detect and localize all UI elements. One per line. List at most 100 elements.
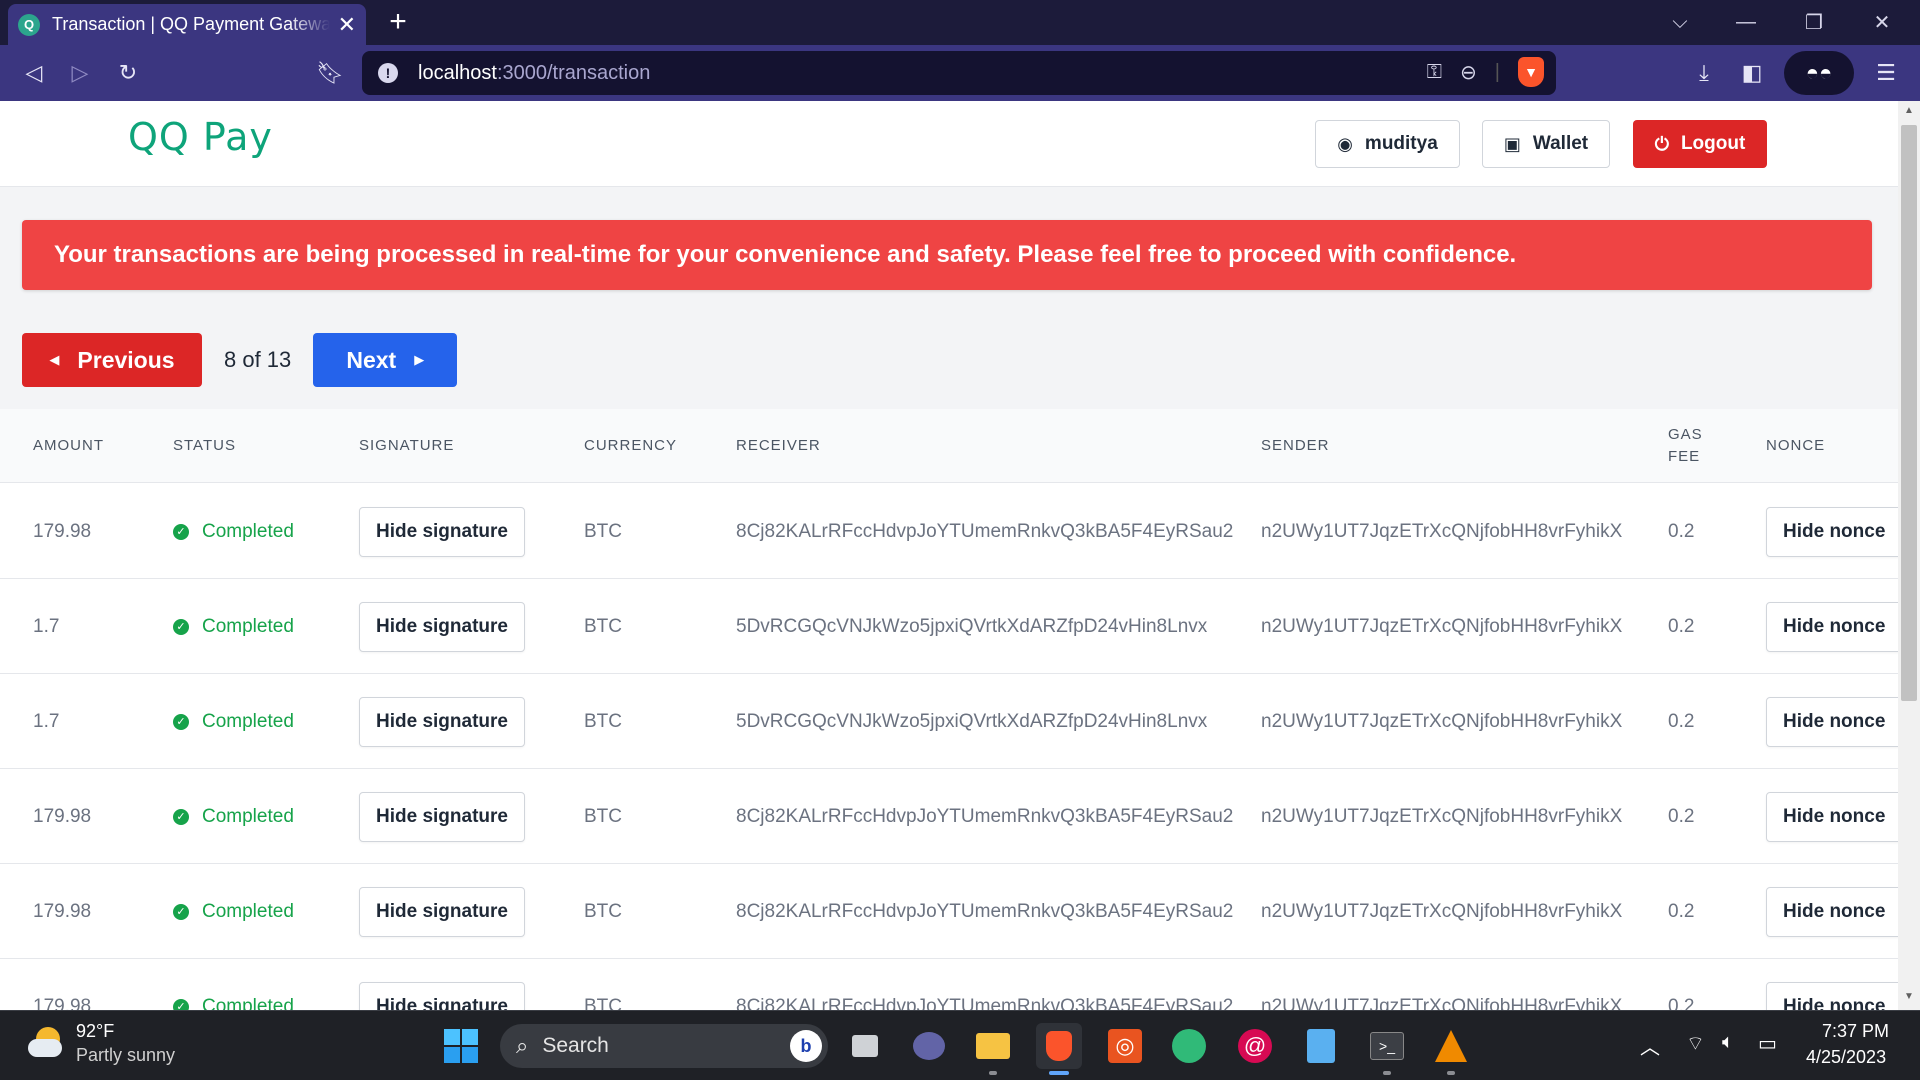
signature-cell: Hide signature <box>359 674 525 769</box>
bing-icon[interactable]: b <box>790 1030 822 1062</box>
notepad-icon[interactable] <box>1298 1023 1344 1069</box>
clock-date[interactable]: 4/25/2023 <box>1806 1047 1886 1068</box>
tray-chevron-icon[interactable]: ︿ <box>1640 1031 1660 1060</box>
tab-title: Transaction | QQ Payment Gateway <box>52 14 330 34</box>
column-gas-fee: GAS FEE <box>1668 409 1703 483</box>
wallet-icon: ▣ <box>1503 133 1521 154</box>
status-text: Completed <box>202 805 294 827</box>
user-label: muditya <box>1364 133 1438 154</box>
column-amount: AMOUNT <box>33 437 104 454</box>
battery-icon[interactable]: ▭ <box>1758 1031 1777 1056</box>
nonce-cell: Hide nonce <box>1766 674 1898 769</box>
column-nonce: NONCE <box>1766 437 1826 454</box>
address-bar[interactable]: ! localhost:3000/transaction ⚿ ⊖ | ▼ <box>362 51 1556 95</box>
ubuntu-icon[interactable]: ◎ <box>1102 1023 1148 1069</box>
file-explorer-icon[interactable] <box>970 1023 1016 1075</box>
column-sender: SENDER <box>1261 437 1330 454</box>
minimize-icon[interactable]: — <box>1716 0 1776 45</box>
hide-nonce-button[interactable]: Hide nonce <box>1766 981 1898 1010</box>
opensuse-icon[interactable] <box>1166 1023 1212 1069</box>
currency-cell: BTC <box>584 710 622 732</box>
hide-signature-button[interactable]: Hide signature <box>359 506 525 557</box>
teams-chat-icon[interactable] <box>906 1023 952 1069</box>
status-cell: ✓ Completed <box>173 864 294 959</box>
page-scrollbar[interactable]: ▲ ▼ <box>1898 101 1920 1010</box>
hide-nonce-button[interactable]: Hide nonce <box>1766 696 1898 747</box>
sidebar-icon[interactable]: ◧ <box>1734 55 1770 91</box>
tab-close-icon[interactable]: ✕ <box>338 12 356 38</box>
debian-icon[interactable]: @ <box>1232 1023 1278 1069</box>
check-circle-icon: ✓ <box>173 998 189 1010</box>
reload-icon[interactable]: ↻ <box>110 55 146 91</box>
clock-time[interactable]: 7:37 PM <box>1822 1021 1889 1042</box>
signature-cell: Hide signature <box>359 959 525 1010</box>
tab-search-chevron-icon[interactable]: ⌵ <box>1650 0 1710 45</box>
check-circle-icon: ✓ <box>173 618 189 635</box>
next-button[interactable]: Next ▶ <box>313 333 458 387</box>
column-currency: CURRENCY <box>584 437 678 454</box>
hide-signature-button[interactable]: Hide signature <box>359 981 525 1010</box>
column-status: STATUS <box>173 437 236 454</box>
table-row: 1.7 ✓ Completed Hide signature BTC 5DvRCGQcVN… <box>0 674 1898 769</box>
sender-cell: n2UWy1UT7JqzETrXcQNjfobHH8vrFyhikX <box>1261 995 1623 1011</box>
forward-icon[interactable]: ▷ <box>62 55 98 91</box>
bookmark-icon[interactable]: 🔖︎ <box>312 55 348 91</box>
zoom-icon[interactable]: ⊖ <box>1460 60 1477 85</box>
gas-fee-label-line1: GAS <box>1668 426 1703 443</box>
hide-nonce-button[interactable]: Hide nonce <box>1766 601 1898 652</box>
weather-desc[interactable]: Partly sunny <box>76 1045 175 1066</box>
scroll-down-icon[interactable]: ▼ <box>1902 991 1916 1005</box>
hide-nonce-button[interactable]: Hide nonce <box>1766 886 1898 937</box>
user-circle-icon: ◉ <box>1337 133 1353 154</box>
info-alert: Your transactions are being processed in… <box>22 220 1872 290</box>
windows-start-icon[interactable] <box>438 1023 484 1069</box>
close-window-icon[interactable]: ✕ <box>1852 0 1912 45</box>
site-info-icon[interactable]: ! <box>378 63 398 83</box>
download-icon[interactable]: ⤓ <box>1686 55 1722 91</box>
task-view-icon[interactable] <box>842 1023 888 1069</box>
hide-signature-button[interactable]: Hide signature <box>359 696 525 747</box>
terminal-icon[interactable]: >_ <box>1364 1023 1410 1075</box>
transactions-table: AMOUNT STATUS SIGNATURE CURRENCY RECEIVE… <box>0 409 1898 1010</box>
divider: | <box>1494 60 1500 83</box>
hide-signature-button[interactable]: Hide signature <box>359 886 525 937</box>
browser-tab[interactable]: Q Transaction | QQ Payment Gateway ✕ <box>8 4 366 45</box>
gas-fee-cell: 0.2 <box>1668 615 1695 637</box>
currency-cell: BTC <box>584 995 622 1011</box>
table-row: 179.98 ✓ Completed Hide signature BTC 8Cj82KA… <box>0 864 1898 959</box>
logout-button[interactable]: ⏻ Logout <box>1633 120 1767 168</box>
previous-button[interactable]: ◀ Previous <box>22 333 202 387</box>
amount-cell: 1.7 <box>33 710 60 732</box>
private-glasses-icon[interactable]: ◓◓ <box>1784 51 1854 95</box>
status-cell: ✓ Completed <box>173 674 294 769</box>
back-icon[interactable]: ◁ <box>16 55 52 91</box>
signature-cell: Hide signature <box>359 484 525 579</box>
brave-browser-icon[interactable] <box>1036 1023 1082 1075</box>
hide-nonce-button[interactable]: Hide nonce <box>1766 506 1898 557</box>
check-circle-icon: ✓ <box>173 808 189 825</box>
brave-shields-icon[interactable]: ▼ <box>1518 57 1544 87</box>
wifi-icon[interactable]: ⌔ <box>1686 1031 1705 1056</box>
amount-cell: 179.98 <box>33 995 92 1011</box>
hide-nonce-button[interactable]: Hide nonce <box>1766 791 1898 842</box>
logout-label: Logout <box>1680 133 1746 154</box>
scroll-thumb[interactable] <box>1901 125 1917 701</box>
volume-icon[interactable]: 🔈︎ <box>1722 1031 1734 1054</box>
hide-signature-button[interactable]: Hide signature <box>359 791 525 842</box>
amount-cell: 1.7 <box>33 615 60 637</box>
weather-temp[interactable]: 92°F <box>76 1021 114 1042</box>
user-button[interactable]: ◉ muditya <box>1315 120 1460 168</box>
qq-pay-logo[interactable]: QQ Pay <box>128 115 273 159</box>
vlc-icon[interactable] <box>1428 1023 1474 1075</box>
partly-sunny-icon[interactable] <box>26 1025 66 1065</box>
scroll-up-icon[interactable]: ▲ <box>1902 105 1916 119</box>
page-content: QQ Pay ◉ muditya ▣ Wallet ⏻ Logout Your … <box>0 101 1898 1010</box>
menu-icon[interactable]: ☰ <box>1868 55 1904 91</box>
taskbar-search[interactable]: ⌕ Search b <box>500 1024 828 1068</box>
gas-fee-label-line2: FEE <box>1668 448 1701 465</box>
wallet-button[interactable]: ▣ Wallet <box>1482 120 1610 168</box>
restore-icon[interactable]: ❐ <box>1784 0 1844 45</box>
key-icon[interactable]: ⚿ <box>1427 61 1442 84</box>
hide-signature-button[interactable]: Hide signature <box>359 601 525 652</box>
new-tab-icon[interactable]: + <box>380 4 416 40</box>
